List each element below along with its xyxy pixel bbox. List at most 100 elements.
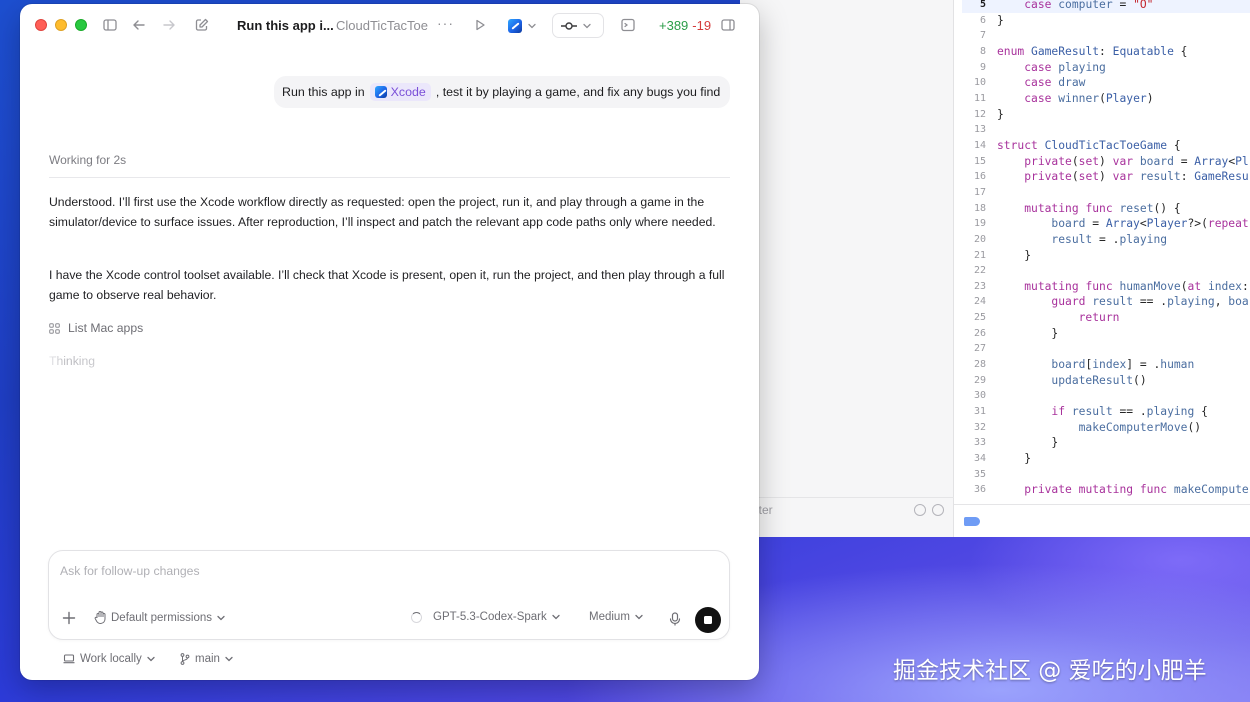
stop-icon [704, 616, 712, 624]
code-line[interactable]: 36 private mutating func makeCompute [962, 482, 1250, 498]
chevron-down-icon [147, 656, 155, 662]
code-line[interactable]: 28 board[index] = .human [962, 357, 1250, 373]
line-number: 12 [973, 108, 986, 120]
line-number: 34 [973, 453, 986, 465]
stop-button[interactable] [695, 607, 721, 633]
line-number: 17 [973, 186, 986, 198]
run-play-icon[interactable] [472, 17, 488, 33]
code-line[interactable]: 27 [962, 341, 1250, 357]
working-status[interactable]: Working for 2s [49, 153, 126, 167]
code-line[interactable]: 13 [962, 122, 1250, 138]
terminal-icon[interactable] [620, 17, 636, 33]
review-panel-icon[interactable] [720, 17, 736, 33]
new-chat-compose-icon[interactable] [194, 17, 210, 33]
apps-grid-icon [49, 322, 60, 334]
more-options-button[interactable]: ··· [437, 15, 454, 31]
code-line[interactable]: 6} [962, 13, 1250, 29]
forward-arrow-icon[interactable] [161, 17, 177, 33]
code-line[interactable]: 15 private(set) var board = Array<Pl [962, 154, 1250, 170]
commit-dropdown[interactable] [552, 13, 604, 38]
loading-spinner-icon [411, 611, 422, 623]
code-text: case playing [1024, 60, 1106, 74]
minimize-window-button[interactable] [55, 19, 67, 31]
branch-dropdown[interactable]: main [180, 653, 233, 665]
code-line[interactable]: 12} [962, 107, 1250, 123]
line-number: 13 [973, 124, 986, 136]
code-line[interactable]: 8 enum GameResult: Equatable { [962, 44, 1250, 60]
user-message-text: Run this app in [282, 85, 365, 99]
line-number: 9 [979, 61, 986, 73]
xcode-app-icon [374, 86, 387, 98]
code-line[interactable]: 18 mutating func reset() { [962, 201, 1250, 217]
code-line[interactable]: 32 makeComputerMove() [962, 420, 1250, 436]
zoom-window-button[interactable] [75, 19, 87, 31]
code-line[interactable]: 16 private(set) var result: GameResu [962, 169, 1250, 185]
xcode-app-icon [508, 18, 522, 33]
codex-window: Run this app i... CloudTicTacToe ··· +38… [20, 4, 759, 680]
line-number: 24 [973, 296, 986, 308]
permissions-dropdown[interactable]: Default permissions [94, 611, 225, 624]
recent-filter-icon[interactable] [914, 503, 926, 516]
reasoning-label: Medium [589, 611, 630, 623]
code-line[interactable]: 17 [962, 185, 1250, 201]
code-line[interactable]: 24 guard result == .playing, boa [962, 294, 1250, 310]
code-line[interactable]: 23 mutating func humanMove(at index: [962, 279, 1250, 295]
code-line[interactable]: 33 } [962, 435, 1250, 451]
line-number: 19 [973, 218, 986, 230]
xcode-mention-label: Xcode [390, 85, 426, 99]
add-attachment-icon[interactable] [62, 611, 76, 625]
git-branch-icon [180, 653, 190, 665]
composer: Default permissions GPT-5.3-Codex-Spark … [48, 550, 730, 640]
xcode-code-editor[interactable]: 5 case computer = "O" 6} 7 8 enum GameResult… [962, 0, 1250, 498]
reasoning-dropdown[interactable]: Medium [589, 611, 643, 623]
code-line[interactable]: 5 case computer = "O" [962, 0, 1250, 13]
close-window-button[interactable] [35, 19, 47, 31]
code-line[interactable]: 11 case winner(Player) [962, 91, 1250, 107]
code-text: enum GameResult: Equatable { [997, 44, 1188, 58]
open-in-xcode-dropdown[interactable] [502, 14, 546, 37]
line-number: 16 [973, 171, 986, 183]
scm-filter-icon[interactable] [932, 503, 944, 516]
microphone-icon[interactable] [669, 612, 681, 626]
code-line[interactable]: 29 updateResult() [962, 373, 1250, 389]
back-arrow-icon[interactable] [131, 17, 147, 33]
code-text: return [1078, 311, 1120, 325]
code-line[interactable]: 14 struct CloudTicTacToeGame { [962, 138, 1250, 154]
code-text: private(set) var result: GameResu [1024, 170, 1249, 184]
assistant-message-paragraph: Understood. I’ll first use the Xcode wor… [49, 195, 716, 229]
code-line[interactable]: 7 [962, 28, 1250, 44]
code-line[interactable]: 30 [962, 388, 1250, 404]
diff-summary[interactable]: +389 -19 [659, 18, 711, 33]
code-line[interactable]: 10 case draw [962, 75, 1250, 91]
code-text: private(set) var board = Array<Pl [1024, 154, 1249, 168]
xcode-mention-chip[interactable]: Xcode [369, 83, 431, 101]
sidebar-toggle-icon[interactable] [102, 17, 118, 33]
breakpoint-tag-icon[interactable] [964, 517, 980, 526]
xcode-filter-bar[interactable]: lter [740, 497, 954, 521]
line-number: 21 [973, 249, 986, 261]
code-line[interactable]: 35 [962, 467, 1250, 483]
code-text: if result == .playing { [1051, 405, 1208, 419]
code-line[interactable]: 26 } [962, 326, 1250, 342]
work-location-dropdown[interactable]: Work locally [63, 653, 155, 665]
code-line[interactable]: 21 } [962, 248, 1250, 264]
code-text: } [997, 248, 1032, 262]
model-dropdown[interactable]: GPT-5.3-Codex-Spark [411, 611, 560, 623]
line-number: 15 [973, 155, 986, 167]
code-line[interactable]: 31 if result == .playing { [962, 404, 1250, 420]
code-line[interactable]: 9 case playing [962, 60, 1250, 76]
thinking-indicator: Thinking [49, 354, 96, 368]
code-line[interactable]: 25 return [962, 310, 1250, 326]
code-line[interactable]: 20 result = .playing [962, 232, 1250, 248]
branch-label: main [195, 653, 220, 665]
tool-call-row[interactable]: List Mac apps [49, 321, 143, 335]
code-line[interactable]: 34 } [962, 451, 1250, 467]
chevron-down-icon [583, 23, 591, 28]
project-name[interactable]: CloudTicTacToe [336, 18, 428, 33]
line-number: 6 [979, 14, 986, 26]
thread-title[interactable]: Run this app i... [237, 18, 334, 33]
code-line[interactable]: 19 board = Array<Player?>(repeat [962, 216, 1250, 232]
follow-up-input[interactable] [60, 564, 660, 578]
line-number: 23 [973, 280, 986, 292]
code-line[interactable]: 22 [962, 263, 1250, 279]
